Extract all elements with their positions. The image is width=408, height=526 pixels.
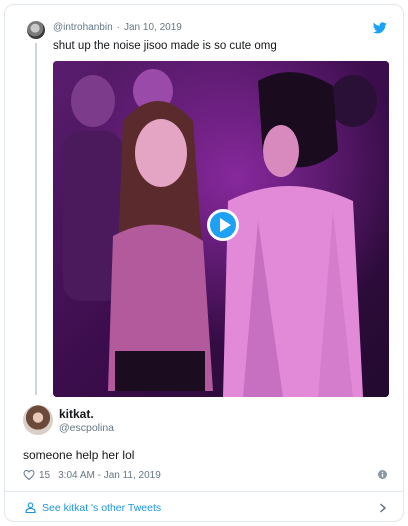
quoted-tweet-meta: @introhanbin · Jan 10, 2019 (53, 22, 182, 33)
tweet-meta: 15 3:04 AM - Jan 11, 2019 (23, 468, 161, 482)
quoted-tweet-text: shut up the noise jisoo made is so cute … (53, 40, 277, 52)
separator-dot: · (116, 22, 120, 33)
thread-line (35, 43, 37, 395)
quoted-user-handle[interactable]: @introhanbin (53, 22, 113, 33)
video-thumbnail[interactable] (53, 61, 389, 397)
tweet-card: @introhanbin · Jan 10, 2019 shut up the no… (4, 4, 404, 522)
tweet-timestamp[interactable]: 3:04 AM - Jan 11, 2019 (58, 470, 161, 481)
user-icon (25, 502, 36, 513)
quoted-tweet[interactable]: @introhanbin · Jan 10, 2019 shut up the no… (5, 5, 403, 397)
see-other-tweets-link[interactable]: See kitkat 's other Tweets (5, 491, 403, 521)
heart-icon[interactable] (23, 469, 35, 481)
see-other-tweets-label: See kitkat 's other Tweets (42, 501, 162, 514)
info-icon[interactable] (378, 470, 387, 479)
chevron-right-icon (380, 503, 387, 513)
like-count[interactable]: 15 (39, 470, 50, 481)
author-name[interactable]: kitkat. (59, 407, 94, 421)
quoted-user-avatar[interactable] (27, 21, 45, 39)
play-button[interactable] (207, 209, 239, 241)
author-avatar[interactable] (23, 405, 53, 435)
twitter-bird-icon[interactable] (373, 22, 387, 34)
quoted-tweet-date[interactable]: Jan 10, 2019 (124, 22, 182, 33)
author-handle[interactable]: @escpolina (59, 422, 114, 434)
tweet-text: someone help her lol (23, 448, 135, 462)
play-icon (220, 218, 231, 232)
